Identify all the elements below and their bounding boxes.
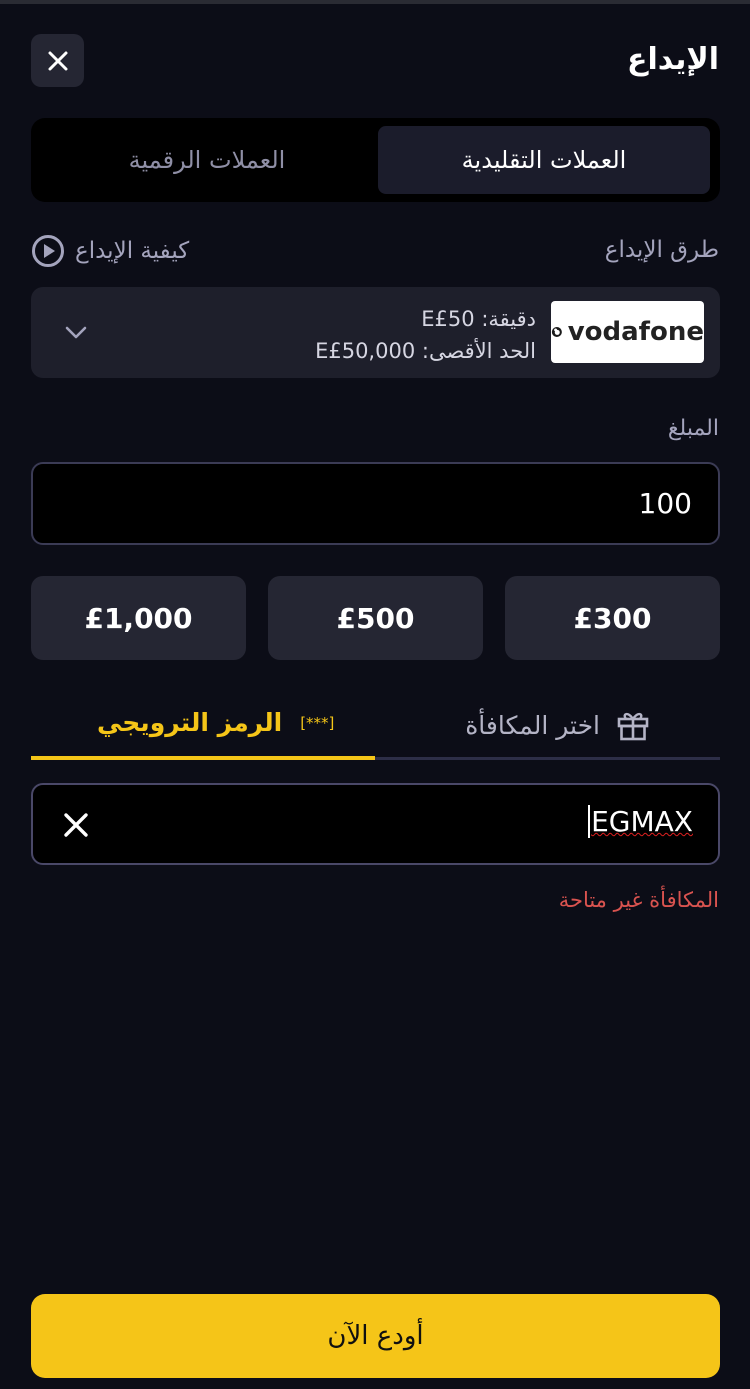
vodafone-speechmark-icon [551, 326, 562, 338]
currency-type-switch: العملات التقليدية العملات الرقمية [31, 118, 720, 202]
payment-method-select[interactable]: vodafone دقيقة: E£50 الحد الأقصى: E£50,0… [31, 287, 720, 378]
top-divider [0, 0, 750, 4]
min-deposit-text: دقيقة: E£50 [421, 307, 536, 331]
active-tab-indicator [31, 756, 375, 760]
method-limits: دقيقة: E£50 الحد الأقصى: E£50,000 [315, 303, 536, 367]
clear-icon[interactable] [63, 812, 89, 838]
tab-choose-bonus-label: اختر المكافأة [465, 710, 600, 740]
tab-promo-code[interactable]: الرمز الترويجي [***] [97, 708, 334, 737]
chevron-down-icon [65, 326, 87, 339]
preset-amount-button[interactable]: £300 [505, 576, 720, 660]
gift-icon [617, 712, 649, 741]
close-button[interactable] [31, 34, 84, 87]
amount-value: 100 [638, 487, 692, 520]
max-deposit-text: الحد الأقصى: E£50,000 [315, 339, 536, 363]
deposit-now-button[interactable]: أودع الآن [31, 1294, 720, 1378]
tab-fiat-currencies[interactable]: العملات التقليدية [378, 126, 710, 194]
tab-crypto-currencies[interactable]: العملات الرقمية [41, 126, 373, 194]
close-icon [48, 51, 67, 70]
promo-code-input[interactable]: EGMAX [31, 783, 720, 865]
how-to-deposit-label: كيفية الإيداع [75, 238, 190, 264]
play-circle-icon [32, 235, 64, 267]
bonus-tabs: اختر المكافأة الرمز الترويجي [***] [31, 700, 720, 760]
tab-promo-code-label: الرمز الترويجي [97, 708, 283, 737]
vodafone-logo-text: vodafone [567, 317, 704, 347]
preset-amount-button[interactable]: £500 [268, 576, 483, 660]
page-title: الإيداع [627, 42, 719, 77]
promo-code-value: EGMAX [588, 805, 693, 838]
deposit-methods-label: طرق الإيداع [604, 237, 719, 263]
bonus-error-message: المكافأة غير متاحة [558, 888, 719, 912]
how-to-deposit-link[interactable]: كيفية الإيداع [31, 234, 189, 268]
promo-code-badge: [***] [300, 713, 335, 732]
preset-amount-button[interactable]: £1,000 [31, 576, 246, 660]
vodafone-logo: vodafone [551, 301, 704, 363]
amount-label: المبلغ [667, 416, 719, 441]
amount-input[interactable]: 100 [31, 462, 720, 545]
tab-choose-bonus[interactable]: اختر المكافأة [465, 708, 650, 742]
